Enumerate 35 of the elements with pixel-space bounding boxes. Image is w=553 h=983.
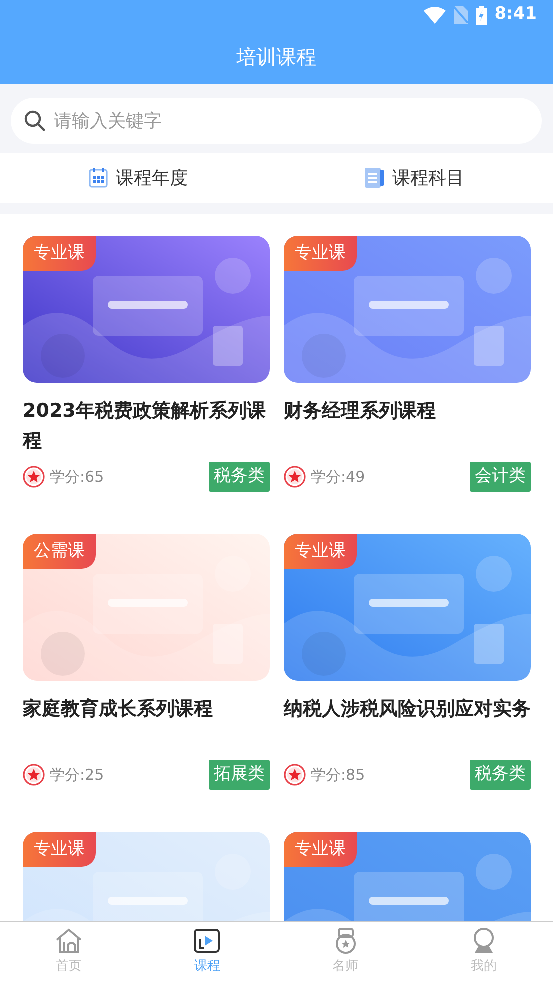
course-type-tag: 专业课 [23,236,96,271]
course-title[interactable]: 财务经理系列课程 [284,396,531,456]
no-sim-icon [454,6,468,24]
star-badge-icon [23,466,45,488]
wifi-icon [424,6,446,24]
video-icon [194,928,220,954]
star-badge-icon [284,764,306,786]
category-tag: 会计类 [470,462,531,492]
course-title[interactable]: 纳税人涉税风险识别应对实务 [284,694,531,754]
star-badge-icon [23,764,45,786]
course-type-tag: 专业课 [23,832,96,867]
page-title: 培训课程 [236,44,316,71]
course-title[interactable]: 2023年税费政策解析系列课程 [23,396,270,456]
credit-text: 学分:25 [50,764,104,786]
filter-button[interactable]: 课程年度 [0,153,276,203]
clock-time: 8:41 [494,3,537,26]
course-title[interactable]: 家庭教育成长系列课程 [23,694,270,754]
category-tag: 税务类 [209,462,270,492]
document-icon [365,168,384,188]
battery-charging-icon [476,6,487,24]
course-type-tag: 专业课 [284,534,357,569]
course-type-tag: 公需课 [23,534,96,569]
credit-text: 学分:65 [50,466,104,488]
category-tag: 拓展类 [209,760,270,790]
course-type-tag: 专业课 [284,236,357,271]
credit-text: 学分:49 [311,466,366,488]
credit-text: 学分:85 [311,764,366,786]
search-icon [24,110,46,132]
category-tag: 税务类 [470,760,531,790]
home-icon [56,928,82,954]
star-badge-icon [284,466,306,488]
search-field[interactable]: 请输入关键字 [11,98,542,144]
calendar-icon [88,168,108,188]
filter-button[interactable]: 课程科目 [276,153,553,203]
course-type-tag: 专业课 [284,832,357,867]
